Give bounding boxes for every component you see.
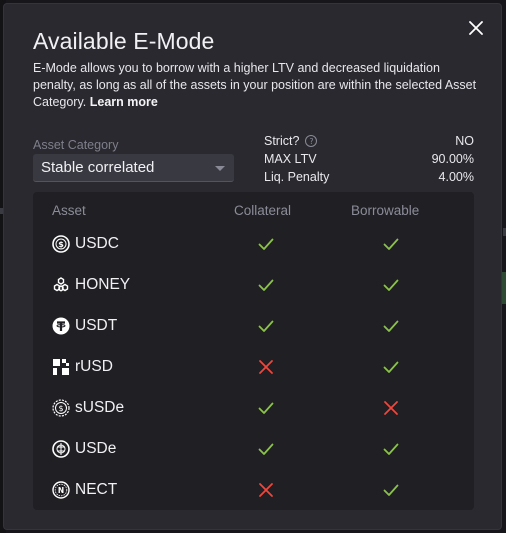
table-row: USDe (33, 429, 474, 469)
header-borrowable: Borrowable (351, 203, 420, 218)
collateral-cross-icon (257, 481, 275, 499)
borrowable-check-icon (382, 481, 400, 499)
max-ltv-row: MAX LTV 90.00% (264, 150, 474, 168)
nect-icon: N (52, 481, 70, 499)
table-row: USDT (33, 306, 474, 346)
asset-name: HONEY (75, 276, 131, 293)
svg-text:$: $ (58, 404, 63, 413)
strict-value: NO (455, 134, 474, 148)
emode-modal: Available E-Mode E-Mode allows you to bo… (3, 3, 502, 530)
asset-name: USDC (75, 235, 119, 252)
max-ltv-label: MAX LTV (264, 152, 317, 166)
usde-icon (52, 440, 70, 458)
rusd-icon (52, 358, 70, 376)
asset-category-label: Asset Category (33, 138, 119, 152)
strict-row: Strict?? NO (264, 132, 474, 150)
borrowable-check-icon (382, 440, 400, 458)
table-header: Asset Collateral Borrowable (33, 203, 474, 221)
header-collateral: Collateral (234, 203, 292, 218)
susde-icon: $ (52, 399, 70, 417)
modal-title: Available E-Mode (33, 28, 215, 54)
collateral-check-icon (257, 399, 275, 417)
borrowable-check-icon (382, 276, 400, 294)
collateral-check-icon (257, 276, 275, 294)
emode-info: Strict?? NO MAX LTV 90.00% Liq. Penalty … (264, 132, 474, 186)
collateral-cross-icon (257, 358, 275, 376)
borrowable-cross-icon (382, 399, 400, 417)
collateral-check-icon (257, 235, 275, 253)
borrowable-check-icon (382, 317, 400, 335)
collateral-check-icon (257, 317, 275, 335)
strict-label: Strict? (264, 134, 300, 148)
modal-description: E-Mode allows you to borrow with a highe… (33, 60, 483, 111)
collateral-check-icon (257, 440, 275, 458)
asset-name: rUSD (75, 358, 113, 375)
help-icon[interactable]: ? (305, 135, 318, 147)
header-asset: Asset (52, 203, 86, 218)
asset-name: sUSDe (75, 399, 125, 416)
usdc-icon: $ (52, 235, 70, 253)
chevron-down-icon (215, 166, 225, 171)
table-row: rUSD (33, 347, 474, 387)
asset-name: USDe (75, 440, 117, 457)
asset-category-select[interactable]: Stable correlated (33, 154, 234, 182)
assets-table: Asset Collateral Borrowable $ USDC HONEY (33, 192, 474, 510)
asset-name: NECT (75, 481, 118, 498)
asset-name: USDT (75, 317, 118, 334)
borrowable-check-icon (382, 358, 400, 376)
usdt-icon (52, 317, 70, 335)
learn-more-link[interactable]: Learn more (90, 95, 158, 109)
table-row: $ USDC (33, 224, 474, 264)
liq-penalty-value: 4.00% (438, 170, 474, 184)
table-row: N NECT (33, 470, 474, 510)
liq-penalty-row: Liq. Penalty 4.00% (264, 168, 474, 186)
asset-category-value: Stable correlated (41, 159, 155, 176)
max-ltv-value: 90.00% (431, 152, 474, 166)
liq-penalty-label: Liq. Penalty (264, 170, 330, 184)
table-row: HONEY (33, 265, 474, 305)
close-icon[interactable] (466, 18, 486, 38)
svg-text:N: N (58, 486, 64, 495)
borrowable-check-icon (382, 235, 400, 253)
honey-icon (52, 276, 70, 294)
svg-text:$: $ (58, 240, 64, 249)
background-fragment (502, 272, 506, 304)
table-row: $ sUSDe (33, 388, 474, 428)
